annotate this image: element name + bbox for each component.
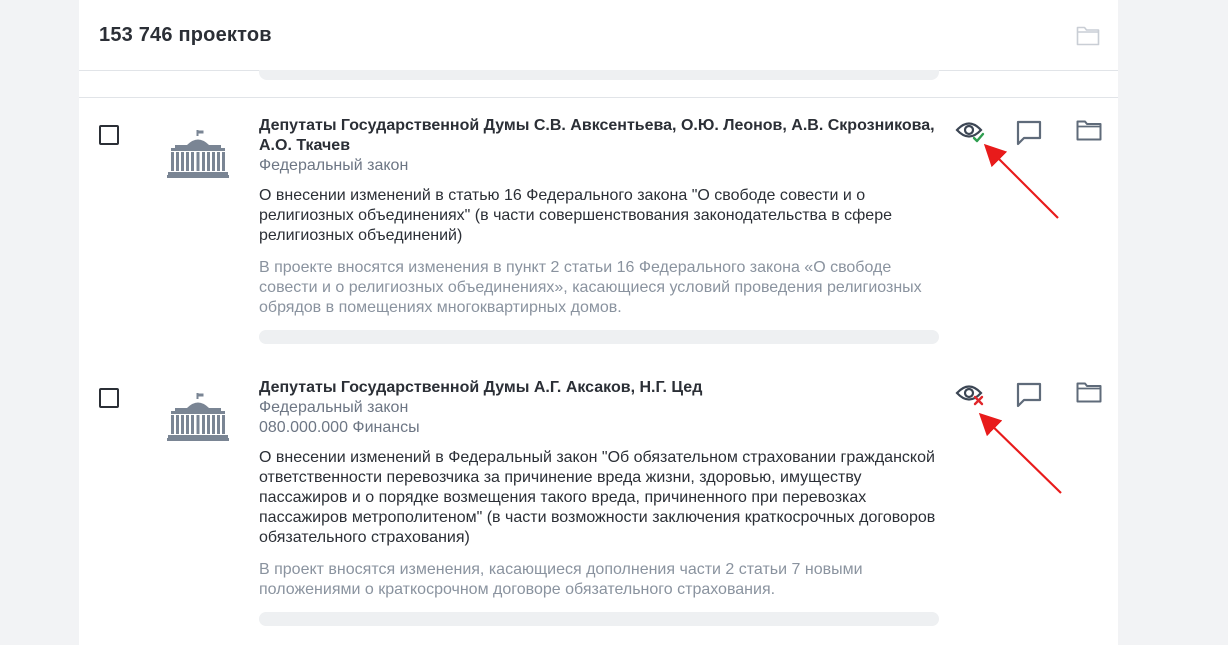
project-bottom-bar (259, 612, 939, 626)
comment-icon[interactable] (1016, 120, 1042, 151)
project-title[interactable]: О внесении изменений в статью 16 Федерал… (259, 186, 949, 246)
eye-cross-icon[interactable] (955, 381, 987, 414)
comment-icon[interactable] (1016, 382, 1042, 413)
projects-count: 153 746 проектов (99, 24, 272, 46)
folder-icon[interactable] (1076, 24, 1100, 51)
previous-item-bar (259, 70, 939, 80)
project-authors[interactable]: Депутаты Государственной Думы С.В. Авксе… (259, 116, 949, 156)
projects-panel: 153 746 проектов Депутаты Государственно… (79, 0, 1118, 645)
folder-icon[interactable] (1076, 119, 1102, 146)
project-summary: В проекте вносятся изменения в пункт 2 с… (259, 259, 922, 316)
project-category: 080.000.000 Финансы (259, 419, 420, 436)
duma-building-icon (167, 130, 229, 183)
project-bottom-bar (259, 330, 939, 344)
project-type: Федеральный закон (259, 157, 409, 174)
project-authors[interactable]: Депутаты Государственной Думы А.Г. Аксак… (259, 378, 949, 398)
duma-building-icon (167, 393, 229, 446)
eye-check-icon[interactable] (955, 118, 987, 151)
project-summary: В проект вносятся изменения, касающиеся … (259, 561, 863, 598)
project-title[interactable]: О внесении изменений в Федеральный закон… (259, 448, 949, 548)
project-content: Депутаты Государственной Думы А.Г. Аксак… (259, 378, 949, 600)
select-checkbox[interactable] (99, 388, 119, 408)
project-content: Депутаты Государственной Думы С.В. Авксе… (259, 116, 949, 318)
project-type: Федеральный закон (259, 399, 409, 416)
project-card: Депутаты Государственной Думы А.Г. Аксак… (79, 362, 1118, 645)
select-checkbox[interactable] (99, 125, 119, 145)
folder-icon[interactable] (1076, 381, 1102, 408)
projects-header: 153 746 проектов (79, 0, 1118, 71)
project-card: Депутаты Государственной Думы С.В. Авксе… (79, 97, 1118, 363)
